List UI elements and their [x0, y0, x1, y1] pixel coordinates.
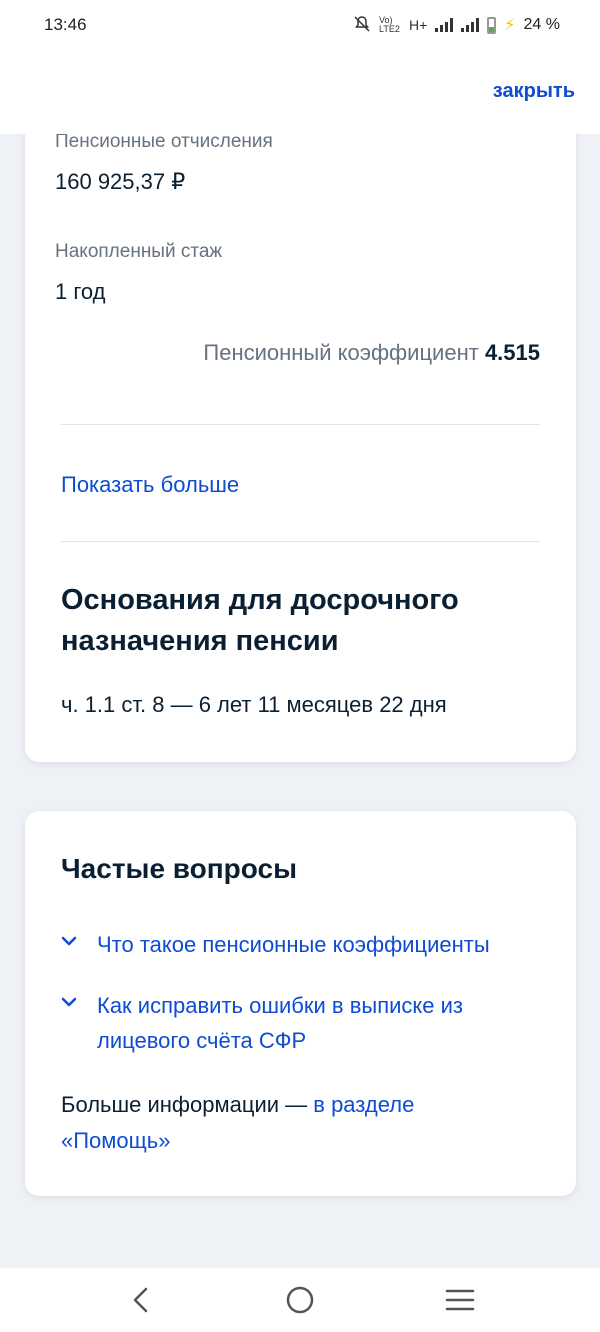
- early-pension-text: ч. 1.1 ст. 8 — 6 лет 11 месяцев 22 дня: [61, 692, 447, 717]
- battery-percent: 24 %: [523, 16, 560, 33]
- close-button[interactable]: закрыть: [493, 80, 575, 103]
- contributions-label: Пенсионные отчисления: [55, 131, 273, 152]
- status-bar: 13:46 Vo) LTE2 H+ ⚡ 24 %: [0, 0, 600, 50]
- status-time: 13:46: [44, 15, 87, 34]
- network-type: H+: [409, 17, 428, 33]
- menu-icon: [445, 1289, 475, 1311]
- divider: [61, 424, 540, 425]
- faq-card: Частые вопросы Что такое пенсионные коэф…: [25, 811, 576, 1196]
- experience-label: Накопленный стаж: [55, 241, 223, 262]
- faq-title: Частые вопросы: [61, 853, 297, 884]
- mute-icon: [353, 15, 371, 36]
- chevron-down-icon: [61, 988, 97, 1007]
- home-icon: [286, 1286, 314, 1314]
- divider: [61, 541, 540, 542]
- show-more-link[interactable]: Показать больше: [61, 472, 239, 498]
- pension-coefficient: Пенсионный коэффициент 4.515: [203, 340, 540, 366]
- home-button[interactable]: [270, 1275, 330, 1325]
- chevron-down-icon: [61, 927, 97, 946]
- contributions-value: 160 925,37 ₽: [55, 169, 186, 194]
- signal-icon: [435, 18, 454, 32]
- early-pension-title: Основания для досрочного назначения пенс…: [61, 584, 459, 657]
- faq-item[interactable]: Как исправить ошибки в выписке из лицево…: [61, 988, 541, 1058]
- navigation-bar: [0, 1268, 600, 1332]
- header: закрыть: [0, 50, 600, 134]
- signal-icon: [461, 18, 480, 32]
- back-button[interactable]: [110, 1275, 170, 1325]
- faq-item[interactable]: Что такое пенсионные коэффициенты: [61, 927, 541, 962]
- pension-card: Пенсионные отчисления 160 925,37 ₽ Накоп…: [25, 100, 576, 762]
- more-info: Больше информации — в разделе «Помощь»: [61, 1087, 521, 1159]
- more-info-prefix: Больше информации —: [61, 1092, 314, 1117]
- recent-apps-button[interactable]: [430, 1275, 490, 1325]
- charging-icon: ⚡: [504, 17, 516, 34]
- coefficient-label: Пенсионный коэффициент: [203, 340, 479, 365]
- status-icons: Vo) LTE2 H+ ⚡ 24 %: [353, 15, 560, 36]
- back-icon: [133, 1287, 148, 1313]
- screen: 13:46 Vo) LTE2 H+ ⚡ 24 % Пенсионные отчи…: [0, 0, 600, 1332]
- experience-value: 1 год: [55, 279, 106, 304]
- battery-icon: [487, 16, 497, 34]
- coefficient-value: 4.515: [484, 340, 540, 365]
- faq-item-label: Что такое пенсионные коэффициенты: [97, 932, 490, 957]
- faq-item-label: Как исправить ошибки в выписке из лицево…: [97, 993, 463, 1053]
- volte-icon: Vo) LTE2: [379, 15, 400, 34]
